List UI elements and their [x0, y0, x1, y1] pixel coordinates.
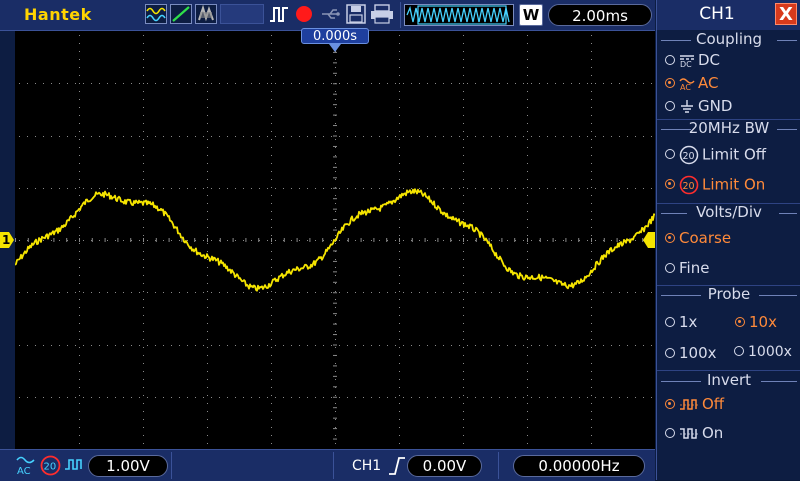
bw-limit-icon: 20: [40, 455, 61, 476]
trigger-source-label: CH1: [352, 458, 382, 474]
coupling-ac-option[interactable]: AC AC: [665, 74, 718, 92]
trigger-level-marker[interactable]: [643, 232, 655, 248]
invert-off-icon: [65, 459, 82, 470]
frequency-counter-display: 0.00000Hz: [513, 455, 645, 477]
ch1-trace: [15, 188, 655, 292]
oscilloscope-app: Hantek W 2.00ms 1 0.000s AC 20 1.00V CH1…: [0, 0, 800, 481]
ch1-marker-label: 1: [2, 233, 11, 247]
probe-100x-label: 100x: [679, 344, 717, 362]
radio-unselected: [665, 262, 675, 273]
waveform-mode-icon[interactable]: [145, 4, 167, 24]
save-icon[interactable]: [345, 4, 367, 24]
bw-limit-off-option[interactable]: 20 Limit Off: [665, 145, 766, 165]
panel-header: CH1 X: [657, 0, 800, 30]
volts-coarse-option[interactable]: Coarse: [665, 229, 731, 247]
volts-fine-option[interactable]: Fine: [665, 259, 709, 277]
trigger-time-label[interactable]: 0.000s: [301, 28, 369, 44]
record-icon[interactable]: [293, 4, 315, 24]
close-button[interactable]: X: [775, 3, 797, 25]
ch1-menu-panel: CH1 X Coupling DC DC AC AC GND 20MHz BW 20…: [656, 0, 800, 480]
volts-fine-label: Fine: [679, 259, 710, 277]
probe-100x-option[interactable]: 100x: [665, 344, 717, 362]
window-zoom-button[interactable]: W: [519, 4, 543, 26]
radio-unselected: [665, 149, 675, 159]
probe-1000x-label: 1000x: [748, 344, 792, 360]
radio-selected: [665, 77, 675, 88]
ch1-volts-div-display[interactable]: 1.00V: [88, 455, 168, 477]
coupling-dc-option[interactable]: DC DC: [665, 51, 720, 69]
dc-icon: DC: [680, 54, 694, 68]
ac-icon: AC: [679, 77, 695, 91]
bw-limit-on-label: Limit On: [702, 175, 766, 194]
invert-on-label: On: [702, 424, 724, 442]
top-toolbar: Hantek W 2.00ms: [0, 0, 655, 31]
invert-off-icon: [680, 398, 698, 410]
radio-selected: [665, 232, 675, 243]
waveform-display[interactable]: 0.000s: [15, 28, 655, 449]
radio-selected: [735, 316, 745, 327]
coupling-section-title: Coupling: [695, 30, 763, 48]
invert-off-label: Off: [702, 395, 725, 413]
svg-text:AC: AC: [17, 466, 31, 477]
trigger-level-display[interactable]: 0.00V: [407, 455, 482, 477]
bw-section-title: 20MHz BW: [688, 119, 770, 137]
probe-1000x-option[interactable]: 1000x: [734, 344, 792, 360]
panel-title: CH1: [699, 4, 735, 24]
bw-limit-off-label: Limit Off: [702, 145, 767, 164]
ac-coupling-icon: AC: [16, 456, 35, 477]
brand-logo: Hantek: [24, 5, 92, 24]
trigger-position-arrow: [329, 44, 341, 52]
status-blank-field: [220, 4, 264, 24]
run-stop-pulse-icon[interactable]: [268, 4, 290, 24]
volts-coarse-label: Coarse: [679, 229, 732, 247]
probe-section-title: Probe: [707, 285, 751, 303]
ground-icon: [681, 99, 693, 113]
probe-1x-option[interactable]: 1x: [665, 313, 697, 331]
memory-window-icon[interactable]: [404, 4, 514, 26]
rising-edge-icon: [389, 457, 405, 475]
print-icon[interactable]: [370, 4, 394, 24]
probe-10x-option[interactable]: 10x: [735, 313, 777, 331]
radio-selected: [665, 179, 675, 189]
bw-20-limited-icon: 20: [679, 175, 699, 195]
radio-unselected: [734, 346, 744, 356]
radio-unselected: [665, 316, 675, 327]
probe-10x-label: 10x: [749, 313, 777, 331]
invert-on-option[interactable]: On: [665, 424, 723, 442]
status-separator: [333, 452, 334, 479]
toolbar-divider: [400, 2, 401, 28]
timebase-display[interactable]: 2.00ms: [548, 4, 652, 26]
radio-unselected: [665, 347, 675, 358]
probe-1x-label: 1x: [679, 313, 698, 331]
vector-mode-icon[interactable]: [170, 4, 192, 24]
bottom-status-bar: AC 20 1.00V CH1 0.00V 0.00000Hz: [0, 449, 655, 481]
svg-text:20: 20: [44, 462, 57, 473]
status-separator: [498, 452, 499, 479]
invert-off-option[interactable]: Off: [665, 395, 724, 413]
bw-20-icon: 20: [679, 145, 699, 165]
invert-on-icon: [680, 427, 698, 439]
svg-text:20: 20: [683, 151, 695, 162]
radio-unselected: [665, 427, 675, 438]
invert-section-title: Invert: [706, 371, 752, 389]
radio-unselected: [665, 54, 675, 65]
coupling-dc-label: DC: [698, 51, 721, 69]
coupling-ac-label: AC: [698, 74, 719, 92]
channel-marker-rail: 1: [0, 31, 15, 449]
coupling-gnd-option[interactable]: GND: [665, 97, 732, 115]
svg-text:AC: AC: [680, 83, 691, 91]
bw-limit-on-option[interactable]: 20 Limit On: [665, 175, 765, 195]
persistence-icon[interactable]: [195, 4, 217, 24]
coupling-gnd-label: GND: [698, 97, 733, 115]
usb-icon: [322, 9, 340, 19]
radio-unselected: [665, 100, 675, 111]
status-separator: [171, 452, 172, 479]
volts-div-section-title: Volts/Div: [696, 203, 762, 221]
svg-text:20: 20: [683, 181, 695, 192]
radio-selected: [665, 398, 675, 409]
svg-text:DC: DC: [680, 60, 692, 68]
